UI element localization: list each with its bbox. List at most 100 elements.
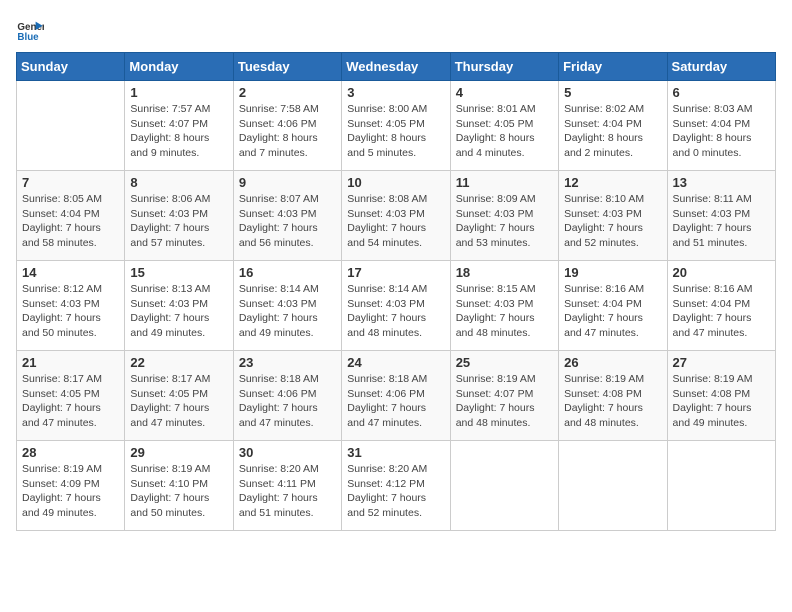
calendar-week-row: 14Sunrise: 8:12 AM Sunset: 4:03 PM Dayli… bbox=[17, 261, 776, 351]
day-number: 18 bbox=[456, 265, 553, 280]
day-info: Sunrise: 8:15 AM Sunset: 4:03 PM Dayligh… bbox=[456, 282, 553, 341]
weekday-row: SundayMondayTuesdayWednesdayThursdayFrid… bbox=[17, 53, 776, 81]
day-number: 27 bbox=[673, 355, 770, 370]
day-number: 22 bbox=[130, 355, 227, 370]
day-number: 8 bbox=[130, 175, 227, 190]
calendar-cell: 12 Sunrise: 8:10 AM Sunset: 4:03 PM Dayli… bbox=[559, 171, 667, 261]
calendar-cell: 18 Sunrise: 8:15 AM Sunset: 4:03 PM Dayli… bbox=[450, 261, 558, 351]
day-number: 31 bbox=[347, 445, 444, 460]
calendar-cell bbox=[667, 441, 775, 531]
calendar-cell: 29 Sunrise: 8:19 AM Sunset: 4:10 PM Dayli… bbox=[125, 441, 233, 531]
day-info: Sunrise: 8:19 AM Sunset: 4:08 PM Dayligh… bbox=[564, 372, 661, 431]
calendar-cell bbox=[559, 441, 667, 531]
day-number: 11 bbox=[456, 175, 553, 190]
day-info: Sunrise: 7:58 AM Sunset: 4:06 PM Dayligh… bbox=[239, 102, 336, 161]
calendar-cell: 25 Sunrise: 8:19 AM Sunset: 4:07 PM Dayli… bbox=[450, 351, 558, 441]
weekday-header: Tuesday bbox=[233, 53, 341, 81]
day-info: Sunrise: 8:17 AM Sunset: 4:05 PM Dayligh… bbox=[130, 372, 227, 431]
day-number: 25 bbox=[456, 355, 553, 370]
day-number: 15 bbox=[130, 265, 227, 280]
day-number: 7 bbox=[22, 175, 119, 190]
calendar-cell: 6 Sunrise: 8:03 AM Sunset: 4:04 PM Daylig… bbox=[667, 81, 775, 171]
day-info: Sunrise: 8:20 AM Sunset: 4:11 PM Dayligh… bbox=[239, 462, 336, 521]
logo-icon: General Blue bbox=[16, 16, 44, 44]
calendar-table: SundayMondayTuesdayWednesdayThursdayFrid… bbox=[16, 52, 776, 531]
day-number: 10 bbox=[347, 175, 444, 190]
day-info: Sunrise: 8:08 AM Sunset: 4:03 PM Dayligh… bbox=[347, 192, 444, 251]
logo: General Blue bbox=[16, 16, 48, 44]
day-number: 14 bbox=[22, 265, 119, 280]
day-number: 1 bbox=[130, 85, 227, 100]
calendar-cell: 19Sunrise: 8:16 AM Sunset: 4:04 PM Dayli… bbox=[559, 261, 667, 351]
calendar-cell: 1Sunrise: 7:57 AM Sunset: 4:07 PM Daylig… bbox=[125, 81, 233, 171]
calendar-cell bbox=[450, 441, 558, 531]
day-info: Sunrise: 8:19 AM Sunset: 4:07 PM Dayligh… bbox=[456, 372, 553, 431]
calendar-cell: 20Sunrise: 8:16 AM Sunset: 4:04 PM Dayli… bbox=[667, 261, 775, 351]
calendar-header: SundayMondayTuesdayWednesdayThursdayFrid… bbox=[17, 53, 776, 81]
weekday-header: Saturday bbox=[667, 53, 775, 81]
day-number: 4 bbox=[456, 85, 553, 100]
day-info: Sunrise: 8:18 AM Sunset: 4:06 PM Dayligh… bbox=[239, 372, 336, 431]
calendar-cell bbox=[17, 81, 125, 171]
calendar-cell: 30 Sunrise: 8:20 AM Sunset: 4:11 PM Dayli… bbox=[233, 441, 341, 531]
day-info: Sunrise: 8:19 AM Sunset: 4:09 PM Dayligh… bbox=[22, 462, 119, 521]
day-info: Sunrise: 8:02 AM Sunset: 4:04 PM Dayligh… bbox=[564, 102, 661, 161]
calendar-week-row: 1Sunrise: 7:57 AM Sunset: 4:07 PM Daylig… bbox=[17, 81, 776, 171]
calendar-cell: 8 Sunrise: 8:06 AM Sunset: 4:03 PM Daylig… bbox=[125, 171, 233, 261]
weekday-header: Sunday bbox=[17, 53, 125, 81]
day-number: 16 bbox=[239, 265, 336, 280]
day-info: Sunrise: 8:20 AM Sunset: 4:12 PM Dayligh… bbox=[347, 462, 444, 521]
calendar-cell: 14Sunrise: 8:12 AM Sunset: 4:03 PM Dayli… bbox=[17, 261, 125, 351]
calendar-cell: 22 Sunrise: 8:17 AM Sunset: 4:05 PM Dayli… bbox=[125, 351, 233, 441]
day-number: 12 bbox=[564, 175, 661, 190]
day-info: Sunrise: 8:03 AM Sunset: 4:04 PM Dayligh… bbox=[673, 102, 770, 161]
day-info: Sunrise: 8:09 AM Sunset: 4:03 PM Dayligh… bbox=[456, 192, 553, 251]
calendar-cell: 4Sunrise: 8:01 AM Sunset: 4:05 PM Daylig… bbox=[450, 81, 558, 171]
calendar-cell: 24 Sunrise: 8:18 AM Sunset: 4:06 PM Dayli… bbox=[342, 351, 450, 441]
calendar-cell: 27 Sunrise: 8:19 AM Sunset: 4:08 PM Dayli… bbox=[667, 351, 775, 441]
weekday-header: Friday bbox=[559, 53, 667, 81]
day-info: Sunrise: 8:05 AM Sunset: 4:04 PM Dayligh… bbox=[22, 192, 119, 251]
calendar-cell: 13Sunrise: 8:11 AM Sunset: 4:03 PM Dayli… bbox=[667, 171, 775, 261]
day-number: 28 bbox=[22, 445, 119, 460]
weekday-header: Wednesday bbox=[342, 53, 450, 81]
day-number: 3 bbox=[347, 85, 444, 100]
calendar-cell: 26 Sunrise: 8:19 AM Sunset: 4:08 PM Dayli… bbox=[559, 351, 667, 441]
day-number: 24 bbox=[347, 355, 444, 370]
day-number: 21 bbox=[22, 355, 119, 370]
calendar-cell: 15 Sunrise: 8:13 AM Sunset: 4:03 PM Dayli… bbox=[125, 261, 233, 351]
day-info: Sunrise: 8:11 AM Sunset: 4:03 PM Dayligh… bbox=[673, 192, 770, 251]
day-number: 26 bbox=[564, 355, 661, 370]
calendar-cell: 10 Sunrise: 8:08 AM Sunset: 4:03 PM Dayli… bbox=[342, 171, 450, 261]
day-number: 30 bbox=[239, 445, 336, 460]
day-number: 5 bbox=[564, 85, 661, 100]
day-info: Sunrise: 8:14 AM Sunset: 4:03 PM Dayligh… bbox=[239, 282, 336, 341]
day-number: 9 bbox=[239, 175, 336, 190]
day-number: 23 bbox=[239, 355, 336, 370]
day-number: 29 bbox=[130, 445, 227, 460]
calendar-cell: 21Sunrise: 8:17 AM Sunset: 4:05 PM Dayli… bbox=[17, 351, 125, 441]
weekday-header: Monday bbox=[125, 53, 233, 81]
day-number: 6 bbox=[673, 85, 770, 100]
calendar-week-row: 28 Sunrise: 8:19 AM Sunset: 4:09 PM Dayli… bbox=[17, 441, 776, 531]
calendar-cell: 5 Sunrise: 8:02 AM Sunset: 4:04 PM Daylig… bbox=[559, 81, 667, 171]
calendar-week-row: 7 Sunrise: 8:05 AM Sunset: 4:04 PM Daylig… bbox=[17, 171, 776, 261]
calendar-week-row: 21 Sunrise: 8:17 AM Sunset: 4:05 PM Dayli… bbox=[17, 351, 776, 441]
day-info: Sunrise: 8:10 AM Sunset: 4:03 PM Dayligh… bbox=[564, 192, 661, 251]
day-info: Sunrise: 8:16 AM Sunset: 4:04 PM Dayligh… bbox=[673, 282, 770, 341]
day-info: Sunrise: 8:19 AM Sunset: 4:08 PM Dayligh… bbox=[673, 372, 770, 431]
page-header: General Blue bbox=[16, 16, 776, 44]
calendar-cell: 28 Sunrise: 8:19 AM Sunset: 4:09 PM Dayli… bbox=[17, 441, 125, 531]
day-info: Sunrise: 8:13 AM Sunset: 4:03 PM Dayligh… bbox=[130, 282, 227, 341]
calendar-cell: 7 Sunrise: 8:05 AM Sunset: 4:04 PM Daylig… bbox=[17, 171, 125, 261]
calendar-cell: 11 Sunrise: 8:09 AM Sunset: 4:03 PM Dayli… bbox=[450, 171, 558, 261]
day-info: Sunrise: 8:16 AM Sunset: 4:04 PM Dayligh… bbox=[564, 282, 661, 341]
day-info: Sunrise: 8:18 AM Sunset: 4:06 PM Dayligh… bbox=[347, 372, 444, 431]
day-info: Sunrise: 8:06 AM Sunset: 4:03 PM Dayligh… bbox=[130, 192, 227, 251]
day-info: Sunrise: 8:19 AM Sunset: 4:10 PM Dayligh… bbox=[130, 462, 227, 521]
calendar-cell: 9Sunrise: 8:07 AM Sunset: 4:03 PM Daylig… bbox=[233, 171, 341, 261]
day-number: 2 bbox=[239, 85, 336, 100]
calendar-cell: 2 Sunrise: 7:58 AM Sunset: 4:06 PM Daylig… bbox=[233, 81, 341, 171]
calendar-cell: 23 Sunrise: 8:18 AM Sunset: 4:06 PM Dayli… bbox=[233, 351, 341, 441]
day-info: Sunrise: 8:14 AM Sunset: 4:03 PM Dayligh… bbox=[347, 282, 444, 341]
